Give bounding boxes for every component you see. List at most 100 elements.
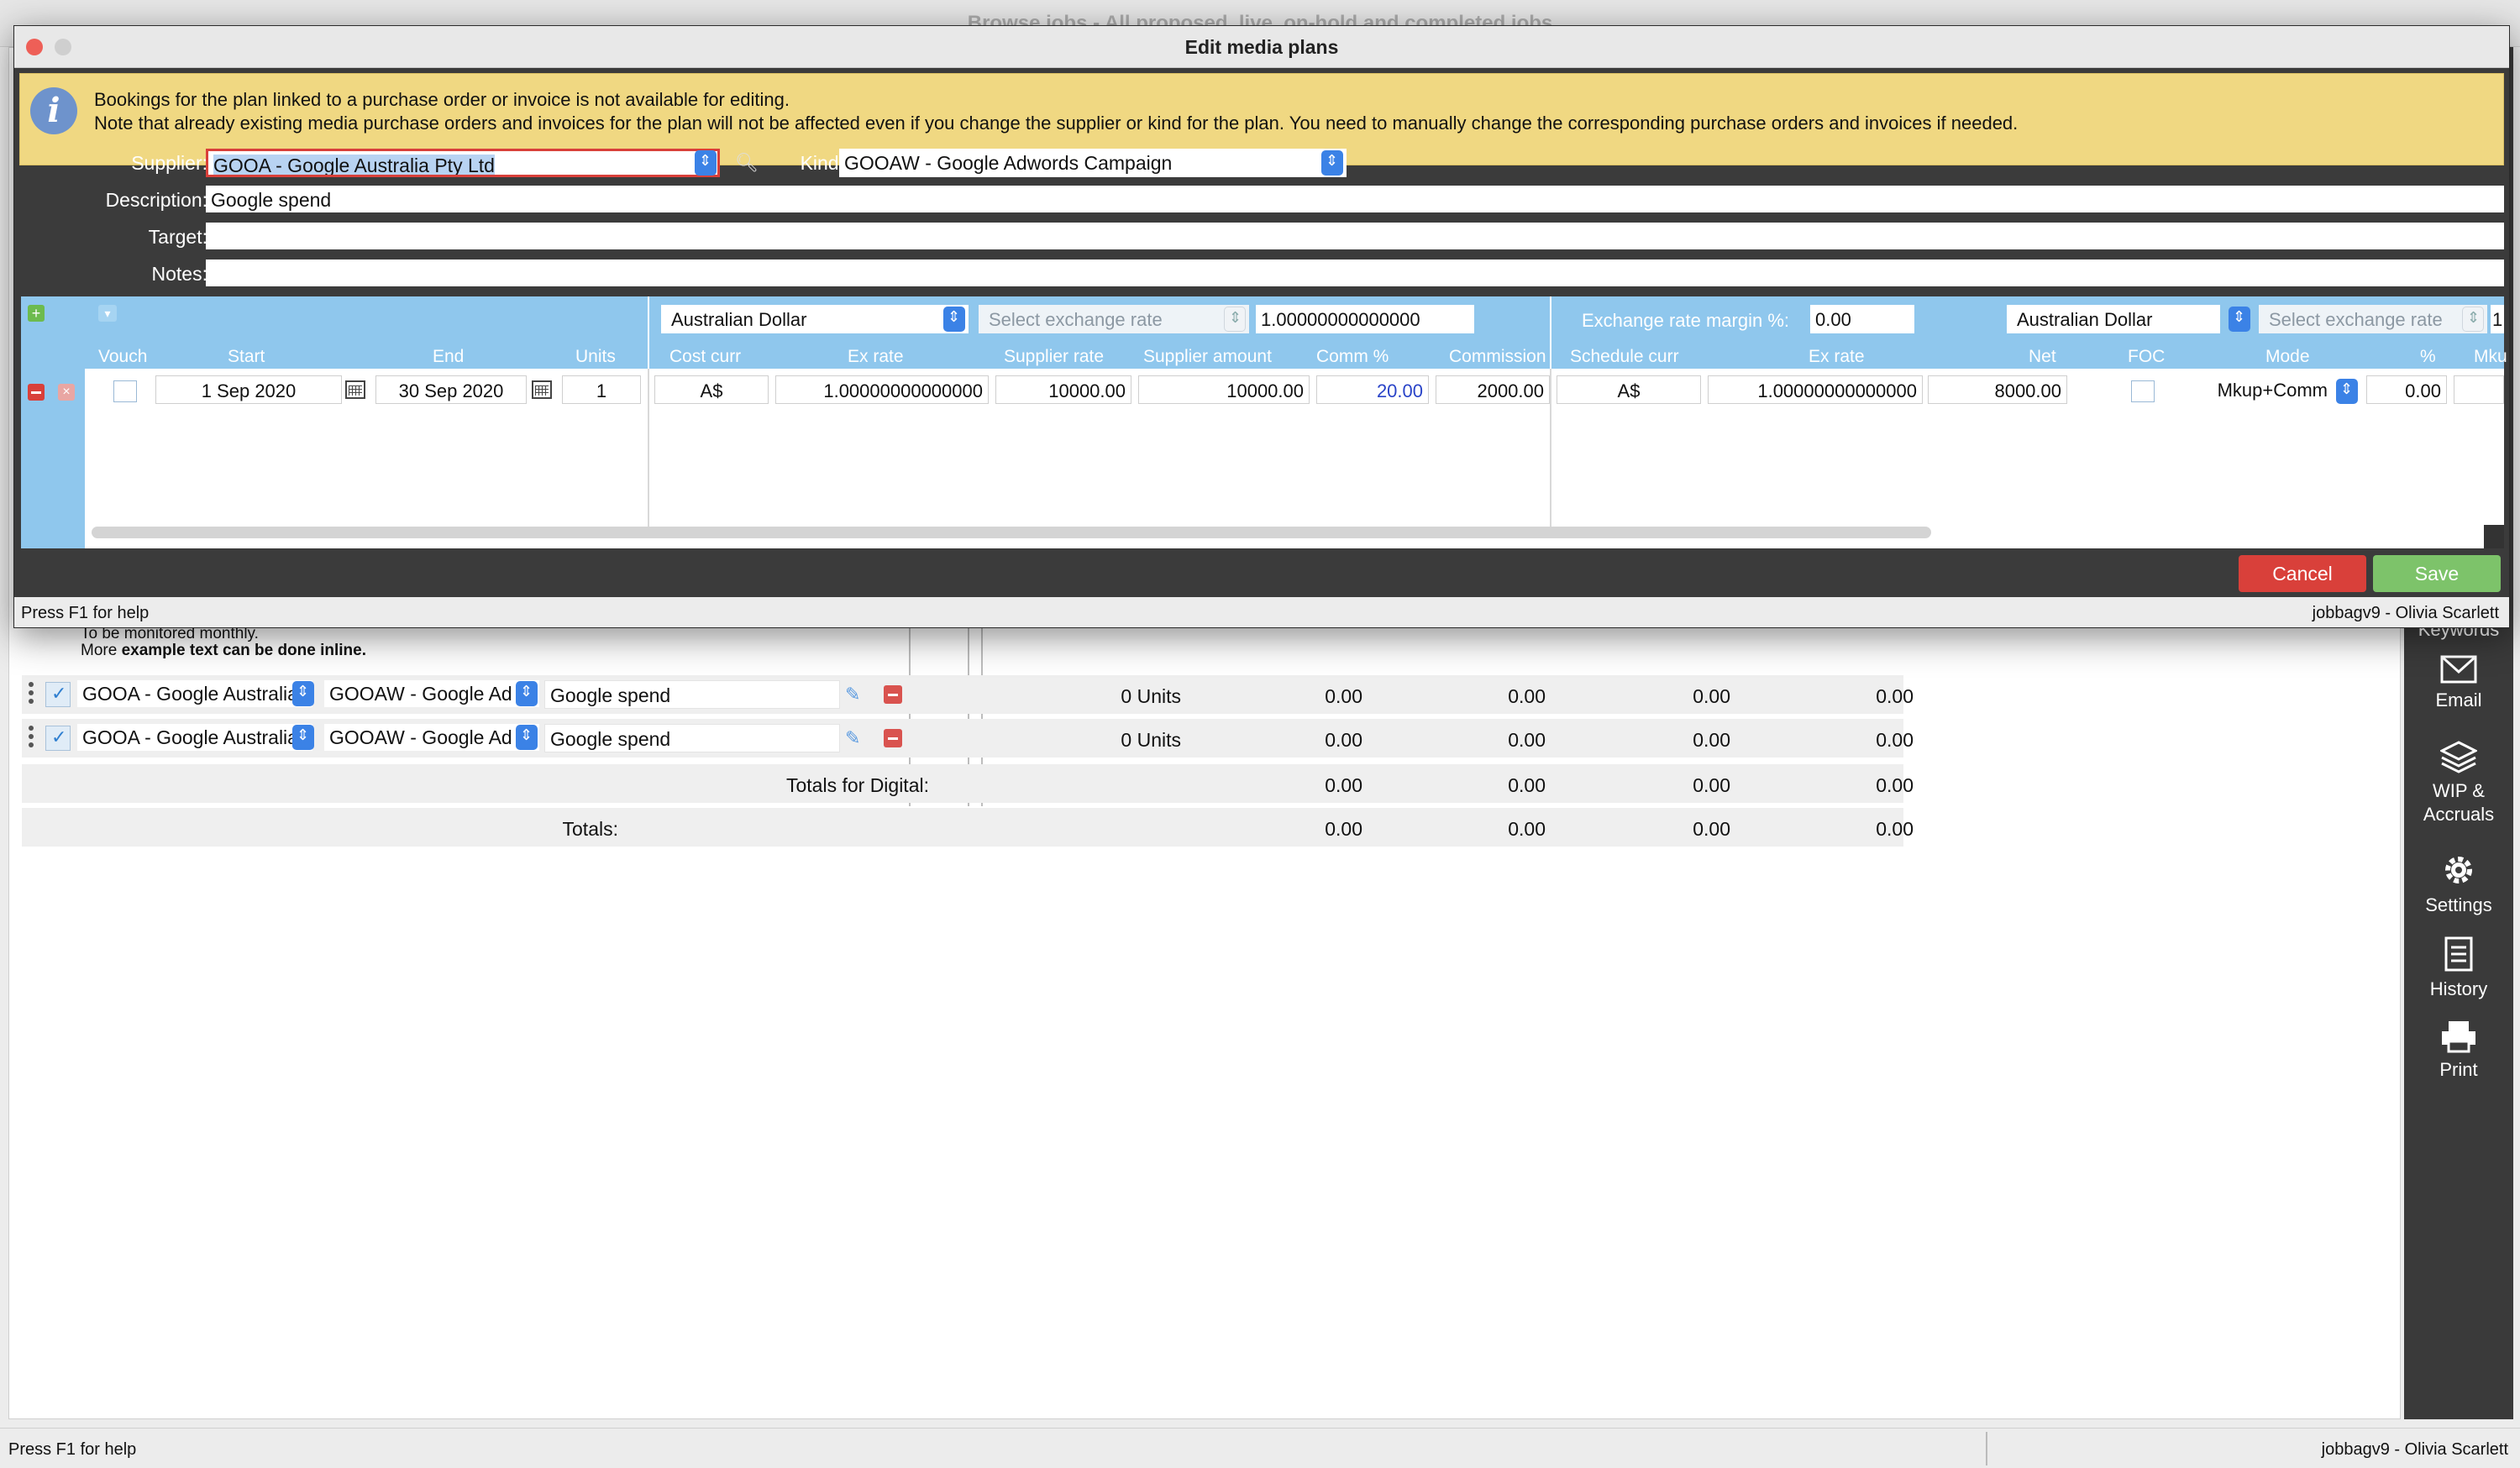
supplier-rate-input[interactable]: 10000.00 (995, 375, 1131, 404)
kind-stepper-icon[interactable] (516, 725, 538, 750)
row-supplier-select[interactable]: GOOA - Google Australia (77, 680, 312, 707)
kind-stepper-icon[interactable] (1321, 150, 1343, 176)
totals-value: 0.00 (1508, 818, 1546, 840)
calendar-icon[interactable] (532, 380, 552, 399)
foc-checkbox[interactable] (2131, 380, 2155, 402)
sidebar-item-print[interactable]: Print (2404, 1020, 2513, 1082)
row-value: 0.00 (1325, 729, 1362, 751)
start-date-input[interactable]: 1 Sep 2020 (155, 375, 342, 404)
calendar-icon[interactable] (345, 380, 365, 399)
column-header-mode[interactable]: Mode (2265, 347, 2310, 367)
column-header-pct[interactable]: % (2420, 347, 2436, 367)
target-input[interactable] (206, 223, 2504, 249)
cost-currency-stepper-icon[interactable] (943, 307, 965, 332)
drag-handle-icon[interactable] (29, 682, 35, 705)
supplier-stepper-icon[interactable] (292, 681, 314, 706)
row-description-input[interactable]: Google spend (544, 680, 840, 709)
cost-curr-cell[interactable]: A$ (654, 375, 769, 404)
ex-rate-cell[interactable]: 1.00000000000000 (775, 375, 989, 404)
add-row-icon[interactable]: + (28, 305, 45, 322)
row-checkbox[interactable] (45, 726, 71, 751)
column-header-schedule-curr[interactable]: Schedule curr (1570, 347, 1679, 367)
cost-currency-select[interactable]: Australian Dollar (661, 305, 969, 333)
schedule-exchange-rate-input[interactable]: 1 (2491, 305, 2504, 333)
notes-input[interactable] (206, 260, 2504, 286)
column-header-end[interactable]: End (433, 347, 464, 367)
column-header-mk[interactable]: Mku (2474, 347, 2507, 367)
totals-value: 0.00 (1693, 774, 1730, 796)
supplier-select[interactable]: GOOA - Google Australia Pty Ltd (206, 149, 720, 177)
column-header-units[interactable]: Units (575, 347, 616, 367)
horizontal-scrollbar[interactable] (92, 527, 1931, 538)
ex-rate2-cell[interactable]: 1.00000000000000 (1708, 375, 1923, 404)
mode-select[interactable]: Mkup+Comm (2198, 375, 2333, 404)
schedule-exchange-rate-select[interactable]: Select exchange rate (2259, 305, 2487, 333)
schedule-currency-stepper-icon[interactable] (2229, 307, 2250, 332)
sidebar-item-wip-accruals[interactable]: WIP & Accruals (2404, 741, 2513, 826)
margin-input[interactable]: 0.00 (1810, 305, 1914, 333)
end-date-input[interactable]: 30 Sep 2020 (375, 375, 527, 404)
mk-cell[interactable] (2454, 375, 2504, 404)
sidebar-item-settings[interactable]: Settings (2404, 852, 2513, 917)
schedule-curr-cell[interactable]: A$ (1557, 375, 1701, 404)
cost-exchange-stepper-icon[interactable] (1224, 307, 1246, 332)
column-header-comm-pct[interactable]: Comm % (1316, 347, 1389, 367)
comm-pct-input[interactable]: 20.00 (1316, 375, 1429, 404)
totals-digital-row: Totals for Digital: 0.00 0.00 0.00 0.00 (22, 764, 1914, 803)
envelope-icon (2440, 655, 2477, 684)
remove-booking-icon[interactable] (28, 384, 45, 401)
media-plan-row[interactable]: GOOA - Google Australia GOOAW - Google A… (22, 675, 1914, 714)
row-units: 0 Units (1121, 729, 1181, 751)
column-header-supplier-amount[interactable]: Supplier amount (1143, 347, 1272, 367)
column-header-start[interactable]: Start (228, 347, 265, 367)
sidebar-item-email[interactable]: Email (2404, 655, 2513, 712)
vouch-checkbox[interactable] (113, 380, 137, 402)
column-header-ex-rate2[interactable]: Ex rate (1809, 347, 1865, 367)
pct-input[interactable]: 0.00 (2366, 375, 2447, 404)
row-kind-select[interactable]: GOOAW - Google Ad (324, 680, 539, 707)
column-header-ex-rate[interactable]: Ex rate (848, 347, 904, 367)
remove-row-icon[interactable] (884, 729, 902, 747)
column-header-commission[interactable]: Commission (1449, 347, 1546, 367)
pencil-icon[interactable]: ✎ (845, 727, 860, 749)
supplier-stepper-icon[interactable] (695, 150, 717, 176)
column-header-cost-curr[interactable]: Cost curr (669, 347, 741, 367)
schedule-exchange-stepper-icon[interactable] (2462, 307, 2484, 332)
description-input[interactable]: Google spend (206, 186, 2504, 212)
sidebar-label-print: Print (2439, 1059, 2478, 1080)
supplier-amount-input[interactable]: 10000.00 (1138, 375, 1310, 404)
sidebar-item-history[interactable]: History (2404, 936, 2513, 1001)
remove-row-icon[interactable] (884, 685, 902, 704)
chevron-down-icon[interactable]: ▾ (98, 305, 117, 322)
margin-label: Exchange rate margin %: (1582, 310, 1790, 331)
row-value: 0.00 (1693, 729, 1730, 751)
row-description-input[interactable]: Google spend (544, 724, 840, 752)
grid-header: + ▾ Australian Dollar Select exchange ra… (21, 296, 2507, 369)
supplier-stepper-icon[interactable] (292, 725, 314, 750)
layers-icon (2440, 741, 2477, 773)
delete-booking-icon[interactable]: × (58, 384, 75, 401)
column-header-foc[interactable]: FOC (2128, 347, 2165, 367)
media-plan-row[interactable]: GOOA - Google Australia GOOAW - Google A… (22, 719, 1914, 758)
sidebar-label-settings: Settings (2425, 894, 2492, 915)
pencil-icon[interactable]: ✎ (845, 684, 860, 705)
units-input[interactable]: 1 (562, 375, 641, 404)
cost-exchange-rate-input[interactable]: 1.00000000000000 (1256, 305, 1474, 333)
row-supplier-select[interactable]: GOOA - Google Australia (77, 724, 312, 751)
mode-stepper-icon[interactable] (2336, 379, 2358, 404)
column-header-vouch[interactable]: Vouch (98, 347, 147, 367)
net-input[interactable]: 8000.00 (1928, 375, 2067, 404)
kind-select[interactable]: GOOAW - Google Adwords Campaign (839, 149, 1347, 177)
column-header-net[interactable]: Net (2029, 347, 2056, 367)
cancel-button[interactable]: Cancel (2239, 555, 2366, 592)
drag-handle-icon[interactable] (29, 726, 35, 749)
row-kind-select[interactable]: GOOAW - Google Ad (324, 724, 539, 751)
commission-input[interactable]: 2000.00 (1436, 375, 1550, 404)
row-checkbox[interactable] (45, 682, 71, 707)
schedule-currency-select[interactable]: Australian Dollar (2007, 305, 2220, 333)
save-button[interactable]: Save (2373, 555, 2501, 592)
kind-stepper-icon[interactable] (516, 681, 538, 706)
warning-line1: Bookings for the plan linked to a purcha… (94, 89, 790, 110)
cost-exchange-rate-select[interactable]: Select exchange rate (979, 305, 1249, 333)
column-header-supplier-rate[interactable]: Supplier rate (1004, 347, 1104, 367)
